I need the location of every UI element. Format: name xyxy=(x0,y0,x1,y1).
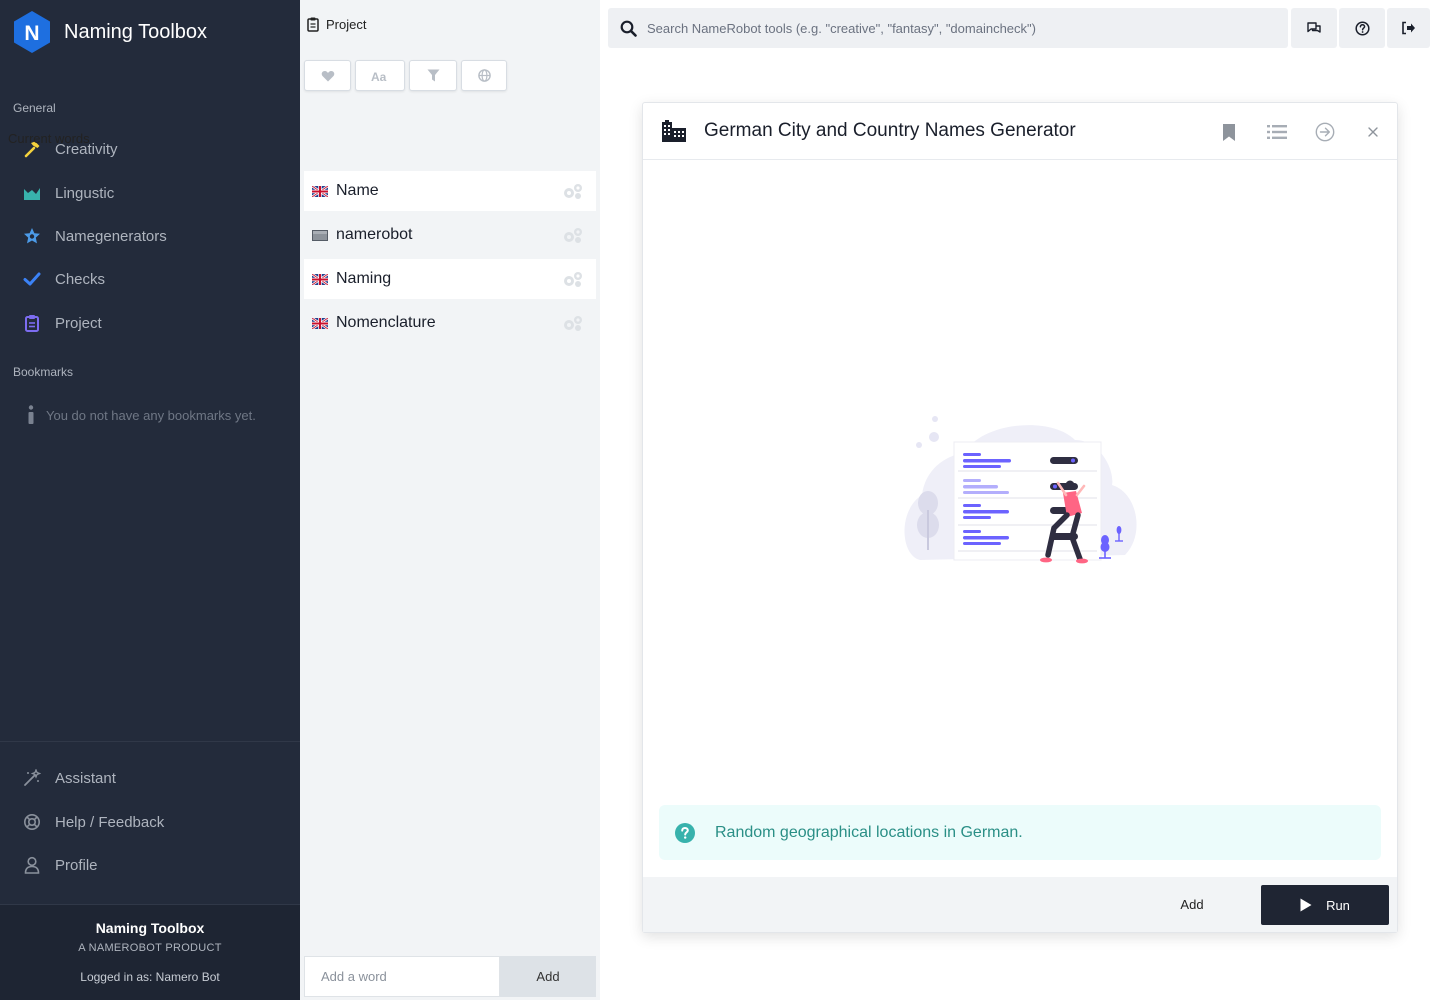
add-word-button[interactable]: Add xyxy=(500,956,596,997)
sidebar-item-checks[interactable]: Checks xyxy=(20,264,105,294)
close-dialog-button[interactable] xyxy=(1360,119,1386,145)
font-case-icon: Aa xyxy=(371,70,387,82)
footer-subtitle: A NAMEROBOT PRODUCT xyxy=(78,942,222,954)
tool-dialog-header: German City and Country Names Generator xyxy=(643,103,1397,160)
project-panel-header: Project xyxy=(307,17,366,32)
word-settings-cogs-icon[interactable] xyxy=(562,226,584,244)
open-tool-button[interactable] xyxy=(1312,119,1338,145)
word-row[interactable]: Nomenclature xyxy=(304,303,596,343)
word-row[interactable]: namerobot xyxy=(304,215,596,255)
sidebar-divider xyxy=(0,741,300,742)
help-button[interactable] xyxy=(1339,8,1385,48)
city-buildings-icon xyxy=(662,120,686,142)
sidebar-item-project[interactable]: Project xyxy=(20,308,102,338)
help-circle-icon xyxy=(675,822,695,843)
sidebar-footer: Naming Toolbox A NAMEROBOT PRODUCT Logge… xyxy=(0,904,300,1000)
sidebar-item-label: Help / Feedback xyxy=(55,813,165,831)
svg-text:Aa: Aa xyxy=(371,70,387,82)
sidebar-item-profile[interactable]: Profile xyxy=(20,850,98,880)
uk-flag-icon xyxy=(312,273,328,285)
word-text: namerobot xyxy=(336,226,413,243)
word-text: Naming xyxy=(336,270,392,287)
svg-text:N: N xyxy=(24,22,39,45)
naming-toolbox-logo-icon: N xyxy=(14,11,50,53)
tool-dialog-title: German City and Country Names Generator xyxy=(704,120,1076,141)
list-icon xyxy=(1267,125,1287,139)
word-row[interactable]: Naming xyxy=(304,259,596,299)
word-text: Name xyxy=(336,182,379,199)
sidebar-item-label: Namegenerators xyxy=(55,227,167,245)
play-icon xyxy=(1300,898,1312,912)
general-section-label: General xyxy=(13,101,56,115)
add-button[interactable]: Add xyxy=(1162,889,1222,919)
help-circle-icon xyxy=(1354,20,1370,36)
filter-icon xyxy=(427,69,439,82)
info-icon xyxy=(22,405,40,425)
footer-title: Naming Toolbox xyxy=(95,920,205,936)
neutral-flag-icon xyxy=(312,229,328,241)
project-panel: Project xyxy=(300,0,600,1000)
tool-description-text: Random geographical locations in German. xyxy=(715,823,1023,841)
tool-search-bar[interactable] xyxy=(608,8,1288,48)
sidebar-item-label: Profile xyxy=(55,856,98,874)
logout-button[interactable] xyxy=(1387,8,1430,48)
arrow-circle-right-icon xyxy=(1315,122,1335,142)
bookmark-icon xyxy=(1223,123,1235,141)
bookmarks-section-label: Bookmarks xyxy=(13,365,74,379)
chat-button[interactable] xyxy=(1291,8,1337,48)
star-badge-icon xyxy=(20,224,44,248)
sidebar-item-label: Checks xyxy=(55,270,106,288)
logout-icon xyxy=(1402,21,1415,35)
language-button[interactable] xyxy=(461,60,507,91)
sidebar-item-lingustic[interactable]: Lingustic xyxy=(20,178,114,208)
sidebar-item-label: Lingustic xyxy=(55,184,115,202)
word-row[interactable]: Name xyxy=(304,171,596,211)
word-settings-cogs-icon[interactable] xyxy=(562,270,584,288)
tool-dialog: German City and Country Names Generator xyxy=(642,102,1398,933)
heart-icon xyxy=(321,70,334,81)
tool-description-box: Random geographical locations in German. xyxy=(659,805,1381,860)
favorites-filter-button[interactable] xyxy=(304,60,351,91)
sidebar-item-assistant[interactable]: Assistant xyxy=(20,763,116,793)
run-button[interactable]: Run xyxy=(1261,885,1389,925)
user-icon xyxy=(20,853,44,877)
run-button-label: Run xyxy=(1326,897,1350,913)
project-panel-title: Project xyxy=(326,17,367,32)
bookmarks-empty-text: You do not have any bookmarks yet. xyxy=(46,407,256,423)
current-words-label: Current words xyxy=(8,131,90,146)
empty-state-illustration xyxy=(904,416,1137,564)
magic-wand-icon xyxy=(20,766,44,790)
sidebar-item-label: Assistant xyxy=(55,769,116,787)
checkmark-icon xyxy=(20,267,44,291)
sidebar-item-namegenerators[interactable]: Namegenerators xyxy=(20,221,167,251)
tool-dialog-footer: Add Run xyxy=(643,877,1397,932)
sidebar-item-label: Project xyxy=(55,314,102,332)
clipboard-icon xyxy=(20,311,44,335)
globe-icon xyxy=(477,69,491,82)
sidebar-item-help-feedback[interactable]: Help / Feedback xyxy=(20,807,164,837)
word-settings-cogs-icon[interactable] xyxy=(562,182,584,200)
font-case-button[interactable]: Aa xyxy=(355,60,405,91)
bookmark-button[interactable] xyxy=(1216,119,1242,145)
add-word-input[interactable] xyxy=(304,956,500,997)
filter-button[interactable] xyxy=(409,60,457,91)
clipboard-icon xyxy=(307,17,319,32)
list-view-button[interactable] xyxy=(1264,119,1290,145)
chat-icon xyxy=(1307,22,1321,33)
logged-in-user: Logged in as: Namero Bot xyxy=(80,970,220,984)
lifebuoy-icon xyxy=(20,810,44,834)
sidebar: N Naming Toolbox General Creativity Ling… xyxy=(0,0,300,1000)
uk-flag-icon xyxy=(312,317,328,329)
chart-area-icon xyxy=(20,181,44,205)
word-settings-cogs-icon[interactable] xyxy=(562,314,584,332)
app-title: Naming Toolbox xyxy=(64,20,208,43)
close-icon xyxy=(1368,127,1378,137)
search-icon xyxy=(620,20,637,37)
brand[interactable]: N Naming Toolbox xyxy=(12,10,207,54)
search-input[interactable] xyxy=(647,20,1288,36)
word-text: Nomenclature xyxy=(336,314,436,331)
uk-flag-icon xyxy=(312,185,328,197)
bookmarks-empty-message: You do not have any bookmarks yet. xyxy=(22,405,256,425)
